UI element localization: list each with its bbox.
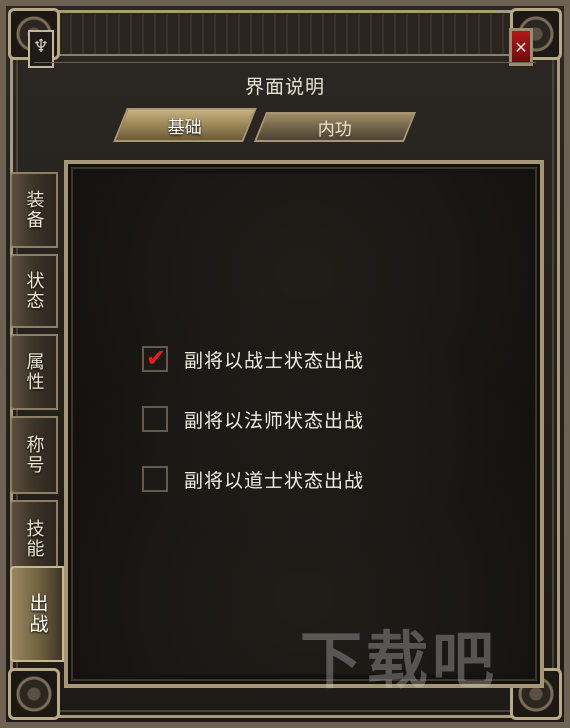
side-tab-title[interactable]: 称号	[10, 416, 58, 494]
checkbox-mage[interactable]	[142, 406, 168, 432]
window-title: 界面说明	[244, 76, 325, 98]
option-taoist[interactable]: 副将以道士状态出战	[142, 464, 412, 494]
watermark: 下载吧	[300, 624, 499, 697]
side-tab-deploy[interactable]: 出战	[10, 566, 64, 662]
side-tab-status[interactable]: 状态	[10, 254, 58, 328]
side-tab-attributes[interactable]: 属性	[10, 334, 58, 410]
close-button[interactable]: ✕	[509, 28, 533, 66]
checkbox-warrior[interactable]	[142, 344, 168, 372]
top-tab-bar: 基础 内功	[113, 108, 420, 142]
option-mage[interactable]: 副将以法师状态出战	[142, 404, 412, 434]
checkbox-taoist[interactable]	[142, 466, 168, 492]
option-label: 副将以法师状态出战	[184, 409, 365, 432]
option-label: 副将以道士状态出战	[184, 469, 365, 492]
option-label: 副将以战士状态出战	[184, 349, 365, 372]
side-tab-equipment[interactable]: 装备	[10, 172, 58, 248]
tab-basic[interactable]: 基础	[113, 108, 257, 142]
title-divider	[34, 62, 536, 63]
side-tab-bar: 装备 状态 属性 称号 技能 出战	[10, 166, 66, 686]
top-ornament	[60, 14, 510, 56]
option-warrior[interactable]: 副将以战士状态出战	[142, 344, 412, 374]
tab-inner-skill[interactable]: 内功	[253, 112, 417, 142]
game-panel: ♆ ✕ 界面说明 基础 内功 装备 状态 属性 称号 技能 出战 副将以战士状态…	[0, 0, 570, 728]
close-icon: ✕	[514, 37, 528, 57]
